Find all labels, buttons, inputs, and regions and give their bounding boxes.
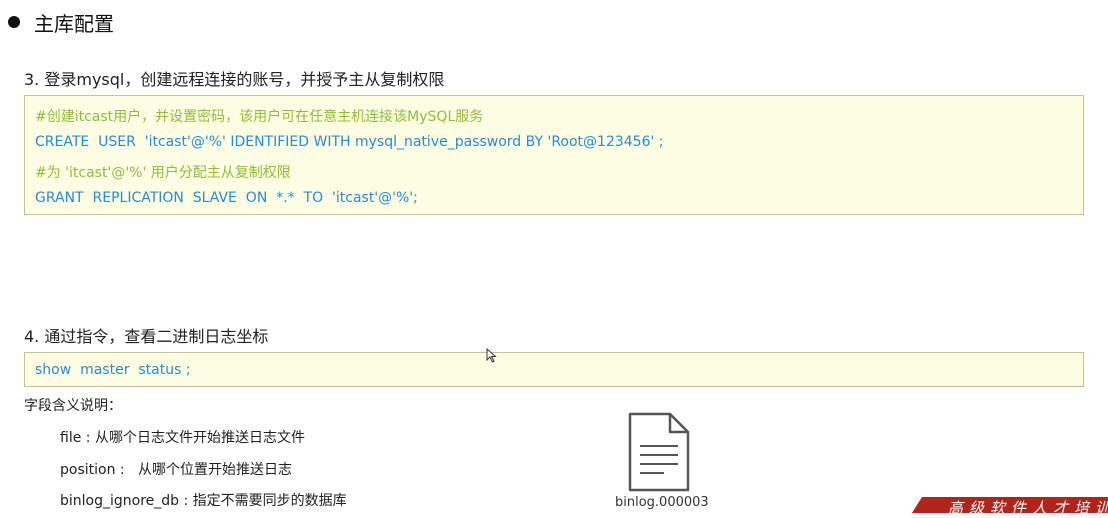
code-create-user: CREATE USER 'itcast'@'%' IDENTIFIED WITH… bbox=[35, 134, 664, 150]
field-position: position : 从哪个位置开始推送日志 bbox=[60, 462, 292, 478]
file-label: binlog.000003 bbox=[615, 495, 709, 510]
code-grant: GRANT REPLICATION SLAVE ON *.* TO 'itcas… bbox=[35, 190, 418, 206]
code-block-create-user: #创建itcast用户，并设置密码，该用户可在任意主机连接该MySQL服务 CR… bbox=[24, 95, 1084, 215]
mouse-cursor-icon bbox=[486, 348, 497, 363]
code-block-show-master: show master status ; bbox=[24, 352, 1084, 387]
field-binlog-ignore-db: binlog_ignore_db : 指定不需要同步的数据库 bbox=[60, 493, 347, 509]
code-comment-grant: #为 'itcast'@'%' 用户分配主从复制权限 bbox=[35, 165, 291, 181]
field-file: file : 从哪个日志文件开始推送日志文件 bbox=[60, 430, 305, 446]
bullet-icon bbox=[8, 16, 20, 28]
section-title: 主库配置 bbox=[34, 11, 114, 36]
code-comment-create: #创建itcast用户，并设置密码，该用户可在任意主机连接该MySQL服务 bbox=[35, 109, 484, 125]
section-heading: 主库配置 bbox=[8, 8, 114, 36]
step-3-title: 3. 登录mysql，创建远程连接的账号，并授予主从复制权限 bbox=[24, 70, 445, 89]
brand-banner-text: 高级软件人才培训 bbox=[948, 499, 1108, 517]
code-show-master-status: show master status ; bbox=[35, 362, 191, 378]
step-4-title: 4. 通过指令，查看二进制日志坐标 bbox=[24, 327, 269, 346]
file-icon bbox=[628, 412, 690, 492]
fields-title: 字段含义说明： bbox=[24, 398, 122, 414]
